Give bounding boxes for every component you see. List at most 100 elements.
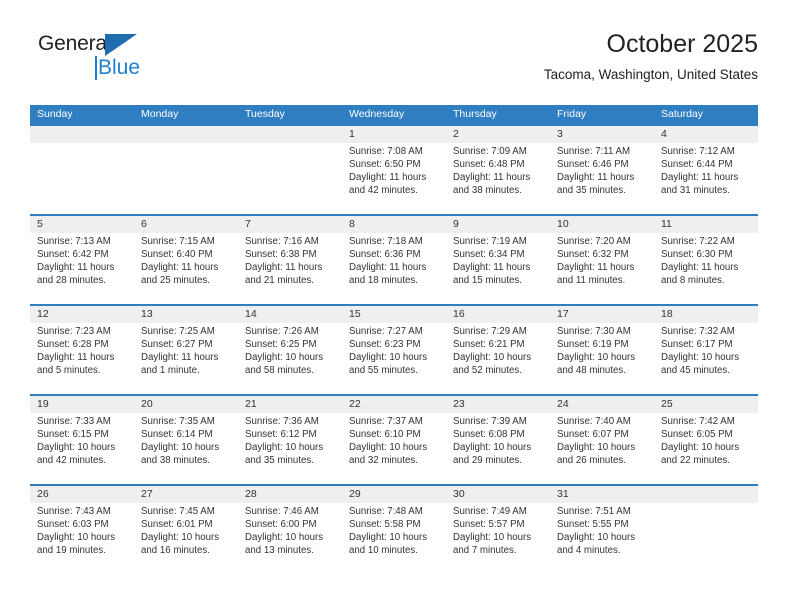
sunset-text: Sunset: 6:30 PM bbox=[661, 249, 733, 260]
daylight-text: Daylight: 10 hours and 7 minutes. bbox=[453, 532, 532, 556]
day-cell[interactable]: 7 Sunrise: 7:16 AM Sunset: 6:38 PM Dayli… bbox=[238, 216, 342, 304]
sunrise-text: Sunrise: 7:36 AM bbox=[245, 416, 319, 427]
day-cell[interactable]: 3 Sunrise: 7:11 AM Sunset: 6:46 PM Dayli… bbox=[550, 126, 654, 214]
day-details: Sunrise: 7:42 AM Sunset: 6:05 PM Dayligh… bbox=[661, 415, 752, 467]
sunrise-text: Sunrise: 7:09 AM bbox=[453, 146, 527, 157]
day-cell[interactable]: 30 Sunrise: 7:49 AM Sunset: 5:57 PM Dayl… bbox=[446, 486, 550, 574]
day-cell[interactable]: 24 Sunrise: 7:40 AM Sunset: 6:07 PM Dayl… bbox=[550, 396, 654, 484]
sunset-text: Sunset: 6:32 PM bbox=[557, 249, 629, 260]
daylight-text: Daylight: 10 hours and 42 minutes. bbox=[37, 442, 116, 466]
day-cell[interactable]: 9 Sunrise: 7:19 AM Sunset: 6:34 PM Dayli… bbox=[446, 216, 550, 304]
daylight-text: Daylight: 11 hours and 5 minutes. bbox=[37, 352, 115, 376]
day-number: 7 bbox=[245, 218, 251, 230]
day-cell[interactable]: 19 Sunrise: 7:33 AM Sunset: 6:15 PM Dayl… bbox=[30, 396, 134, 484]
day-cell[interactable]: 12 Sunrise: 7:23 AM Sunset: 6:28 PM Dayl… bbox=[30, 306, 134, 394]
day-details: Sunrise: 7:35 AM Sunset: 6:14 PM Dayligh… bbox=[141, 415, 232, 467]
day-cell[interactable]: 31 Sunrise: 7:51 AM Sunset: 5:55 PM Dayl… bbox=[550, 486, 654, 574]
weekday-header-sunday: Sunday bbox=[37, 108, 73, 120]
day-cell[interactable]: 18 Sunrise: 7:32 AM Sunset: 6:17 PM Dayl… bbox=[654, 306, 758, 394]
sunrise-text: Sunrise: 7:18 AM bbox=[349, 236, 423, 247]
day-cell[interactable]: 2 Sunrise: 7:09 AM Sunset: 6:48 PM Dayli… bbox=[446, 126, 550, 214]
daylight-text: Daylight: 10 hours and 10 minutes. bbox=[349, 532, 428, 556]
day-number: 19 bbox=[37, 398, 49, 410]
daylight-text: Daylight: 10 hours and 52 minutes. bbox=[453, 352, 532, 376]
day-details: Sunrise: 7:30 AM Sunset: 6:19 PM Dayligh… bbox=[557, 325, 648, 377]
day-cell[interactable]: 15 Sunrise: 7:27 AM Sunset: 6:23 PM Dayl… bbox=[342, 306, 446, 394]
sunrise-text: Sunrise: 7:45 AM bbox=[141, 506, 215, 517]
daylight-text: Daylight: 11 hours and 11 minutes. bbox=[557, 262, 635, 286]
day-cell[interactable]: 27 Sunrise: 7:45 AM Sunset: 6:01 PM Dayl… bbox=[134, 486, 238, 574]
sunrise-text: Sunrise: 7:11 AM bbox=[557, 146, 631, 157]
day-cell[interactable]: 13 Sunrise: 7:25 AM Sunset: 6:27 PM Dayl… bbox=[134, 306, 238, 394]
day-number: 4 bbox=[661, 128, 667, 140]
daylight-text: Daylight: 11 hours and 28 minutes. bbox=[37, 262, 115, 286]
day-number: 31 bbox=[557, 488, 569, 500]
day-cell[interactable]: 8 Sunrise: 7:18 AM Sunset: 6:36 PM Dayli… bbox=[342, 216, 446, 304]
day-number: 6 bbox=[141, 218, 147, 230]
daylight-text: Daylight: 10 hours and 4 minutes. bbox=[557, 532, 636, 556]
sunset-text: Sunset: 6:17 PM bbox=[661, 339, 733, 350]
day-cell bbox=[134, 126, 238, 214]
day-cell[interactable]: 26 Sunrise: 7:43 AM Sunset: 6:03 PM Dayl… bbox=[30, 486, 134, 574]
sunrise-text: Sunrise: 7:30 AM bbox=[557, 326, 631, 337]
day-cell[interactable]: 21 Sunrise: 7:36 AM Sunset: 6:12 PM Dayl… bbox=[238, 396, 342, 484]
sunset-text: Sunset: 6:40 PM bbox=[141, 249, 213, 260]
day-details: Sunrise: 7:37 AM Sunset: 6:10 PM Dayligh… bbox=[349, 415, 440, 467]
day-cell[interactable]: 1 Sunrise: 7:08 AM Sunset: 6:50 PM Dayli… bbox=[342, 126, 446, 214]
sunrise-text: Sunrise: 7:25 AM bbox=[141, 326, 215, 337]
day-cell[interactable]: 17 Sunrise: 7:30 AM Sunset: 6:19 PM Dayl… bbox=[550, 306, 654, 394]
logo[interactable]: General Blue bbox=[38, 32, 238, 88]
week-row: 12 Sunrise: 7:23 AM Sunset: 6:28 PM Dayl… bbox=[30, 304, 758, 394]
day-number: 3 bbox=[557, 128, 563, 140]
sunrise-text: Sunrise: 7:37 AM bbox=[349, 416, 423, 427]
sunrise-text: Sunrise: 7:08 AM bbox=[349, 146, 423, 157]
page-header: General Blue October 2025 Tacoma, Washin… bbox=[30, 28, 758, 98]
sunset-text: Sunset: 6:50 PM bbox=[349, 159, 421, 170]
day-number: 10 bbox=[557, 218, 569, 230]
day-details: Sunrise: 7:18 AM Sunset: 6:36 PM Dayligh… bbox=[349, 235, 440, 287]
day-cell[interactable]: 4 Sunrise: 7:12 AM Sunset: 6:44 PM Dayli… bbox=[654, 126, 758, 214]
daylight-text: Daylight: 11 hours and 15 minutes. bbox=[453, 262, 531, 286]
daylight-text: Daylight: 11 hours and 38 minutes. bbox=[453, 172, 531, 196]
day-details: Sunrise: 7:16 AM Sunset: 6:38 PM Dayligh… bbox=[245, 235, 336, 287]
day-cell[interactable]: 23 Sunrise: 7:39 AM Sunset: 6:08 PM Dayl… bbox=[446, 396, 550, 484]
day-details: Sunrise: 7:49 AM Sunset: 5:57 PM Dayligh… bbox=[453, 505, 544, 557]
daylight-text: Daylight: 11 hours and 1 minute. bbox=[141, 352, 219, 376]
weekday-header-friday: Friday bbox=[557, 108, 587, 120]
day-number: 27 bbox=[141, 488, 153, 500]
day-cell[interactable]: 20 Sunrise: 7:35 AM Sunset: 6:14 PM Dayl… bbox=[134, 396, 238, 484]
day-cell[interactable]: 22 Sunrise: 7:37 AM Sunset: 6:10 PM Dayl… bbox=[342, 396, 446, 484]
day-cell[interactable]: 5 Sunrise: 7:13 AM Sunset: 6:42 PM Dayli… bbox=[30, 216, 134, 304]
day-cell[interactable]: 25 Sunrise: 7:42 AM Sunset: 6:05 PM Dayl… bbox=[654, 396, 758, 484]
logo-triangle-icon bbox=[105, 34, 137, 56]
weekday-header-tuesday: Tuesday bbox=[245, 108, 285, 120]
daylight-text: Daylight: 11 hours and 8 minutes. bbox=[661, 262, 739, 286]
day-cell[interactable]: 11 Sunrise: 7:22 AM Sunset: 6:30 PM Dayl… bbox=[654, 216, 758, 304]
sunrise-text: Sunrise: 7:27 AM bbox=[349, 326, 423, 337]
day-details: Sunrise: 7:15 AM Sunset: 6:40 PM Dayligh… bbox=[141, 235, 232, 287]
daylight-text: Daylight: 10 hours and 13 minutes. bbox=[245, 532, 324, 556]
day-number: 29 bbox=[349, 488, 361, 500]
daylight-text: Daylight: 11 hours and 35 minutes. bbox=[557, 172, 635, 196]
daylight-text: Daylight: 11 hours and 31 minutes. bbox=[661, 172, 739, 196]
sunrise-text: Sunrise: 7:19 AM bbox=[453, 236, 527, 247]
weekday-header-monday: Monday bbox=[141, 108, 179, 120]
sunset-text: Sunset: 6:07 PM bbox=[557, 429, 629, 440]
daylight-text: Daylight: 10 hours and 26 minutes. bbox=[557, 442, 636, 466]
day-details: Sunrise: 7:36 AM Sunset: 6:12 PM Dayligh… bbox=[245, 415, 336, 467]
daylight-text: Daylight: 10 hours and 22 minutes. bbox=[661, 442, 740, 466]
sunrise-text: Sunrise: 7:20 AM bbox=[557, 236, 631, 247]
day-cell[interactable]: 10 Sunrise: 7:20 AM Sunset: 6:32 PM Dayl… bbox=[550, 216, 654, 304]
day-details: Sunrise: 7:32 AM Sunset: 6:17 PM Dayligh… bbox=[661, 325, 752, 377]
sunrise-text: Sunrise: 7:43 AM bbox=[37, 506, 111, 517]
day-cell[interactable]: 16 Sunrise: 7:29 AM Sunset: 6:21 PM Dayl… bbox=[446, 306, 550, 394]
day-cell[interactable]: 28 Sunrise: 7:46 AM Sunset: 6:00 PM Dayl… bbox=[238, 486, 342, 574]
day-details: Sunrise: 7:45 AM Sunset: 6:01 PM Dayligh… bbox=[141, 505, 232, 557]
sunrise-text: Sunrise: 7:33 AM bbox=[37, 416, 111, 427]
day-number: 25 bbox=[661, 398, 673, 410]
day-cell[interactable]: 29 Sunrise: 7:48 AM Sunset: 5:58 PM Dayl… bbox=[342, 486, 446, 574]
day-details: Sunrise: 7:13 AM Sunset: 6:42 PM Dayligh… bbox=[37, 235, 128, 287]
day-cell[interactable]: 14 Sunrise: 7:26 AM Sunset: 6:25 PM Dayl… bbox=[238, 306, 342, 394]
day-cell[interactable]: 6 Sunrise: 7:15 AM Sunset: 6:40 PM Dayli… bbox=[134, 216, 238, 304]
day-number: 16 bbox=[453, 308, 465, 320]
